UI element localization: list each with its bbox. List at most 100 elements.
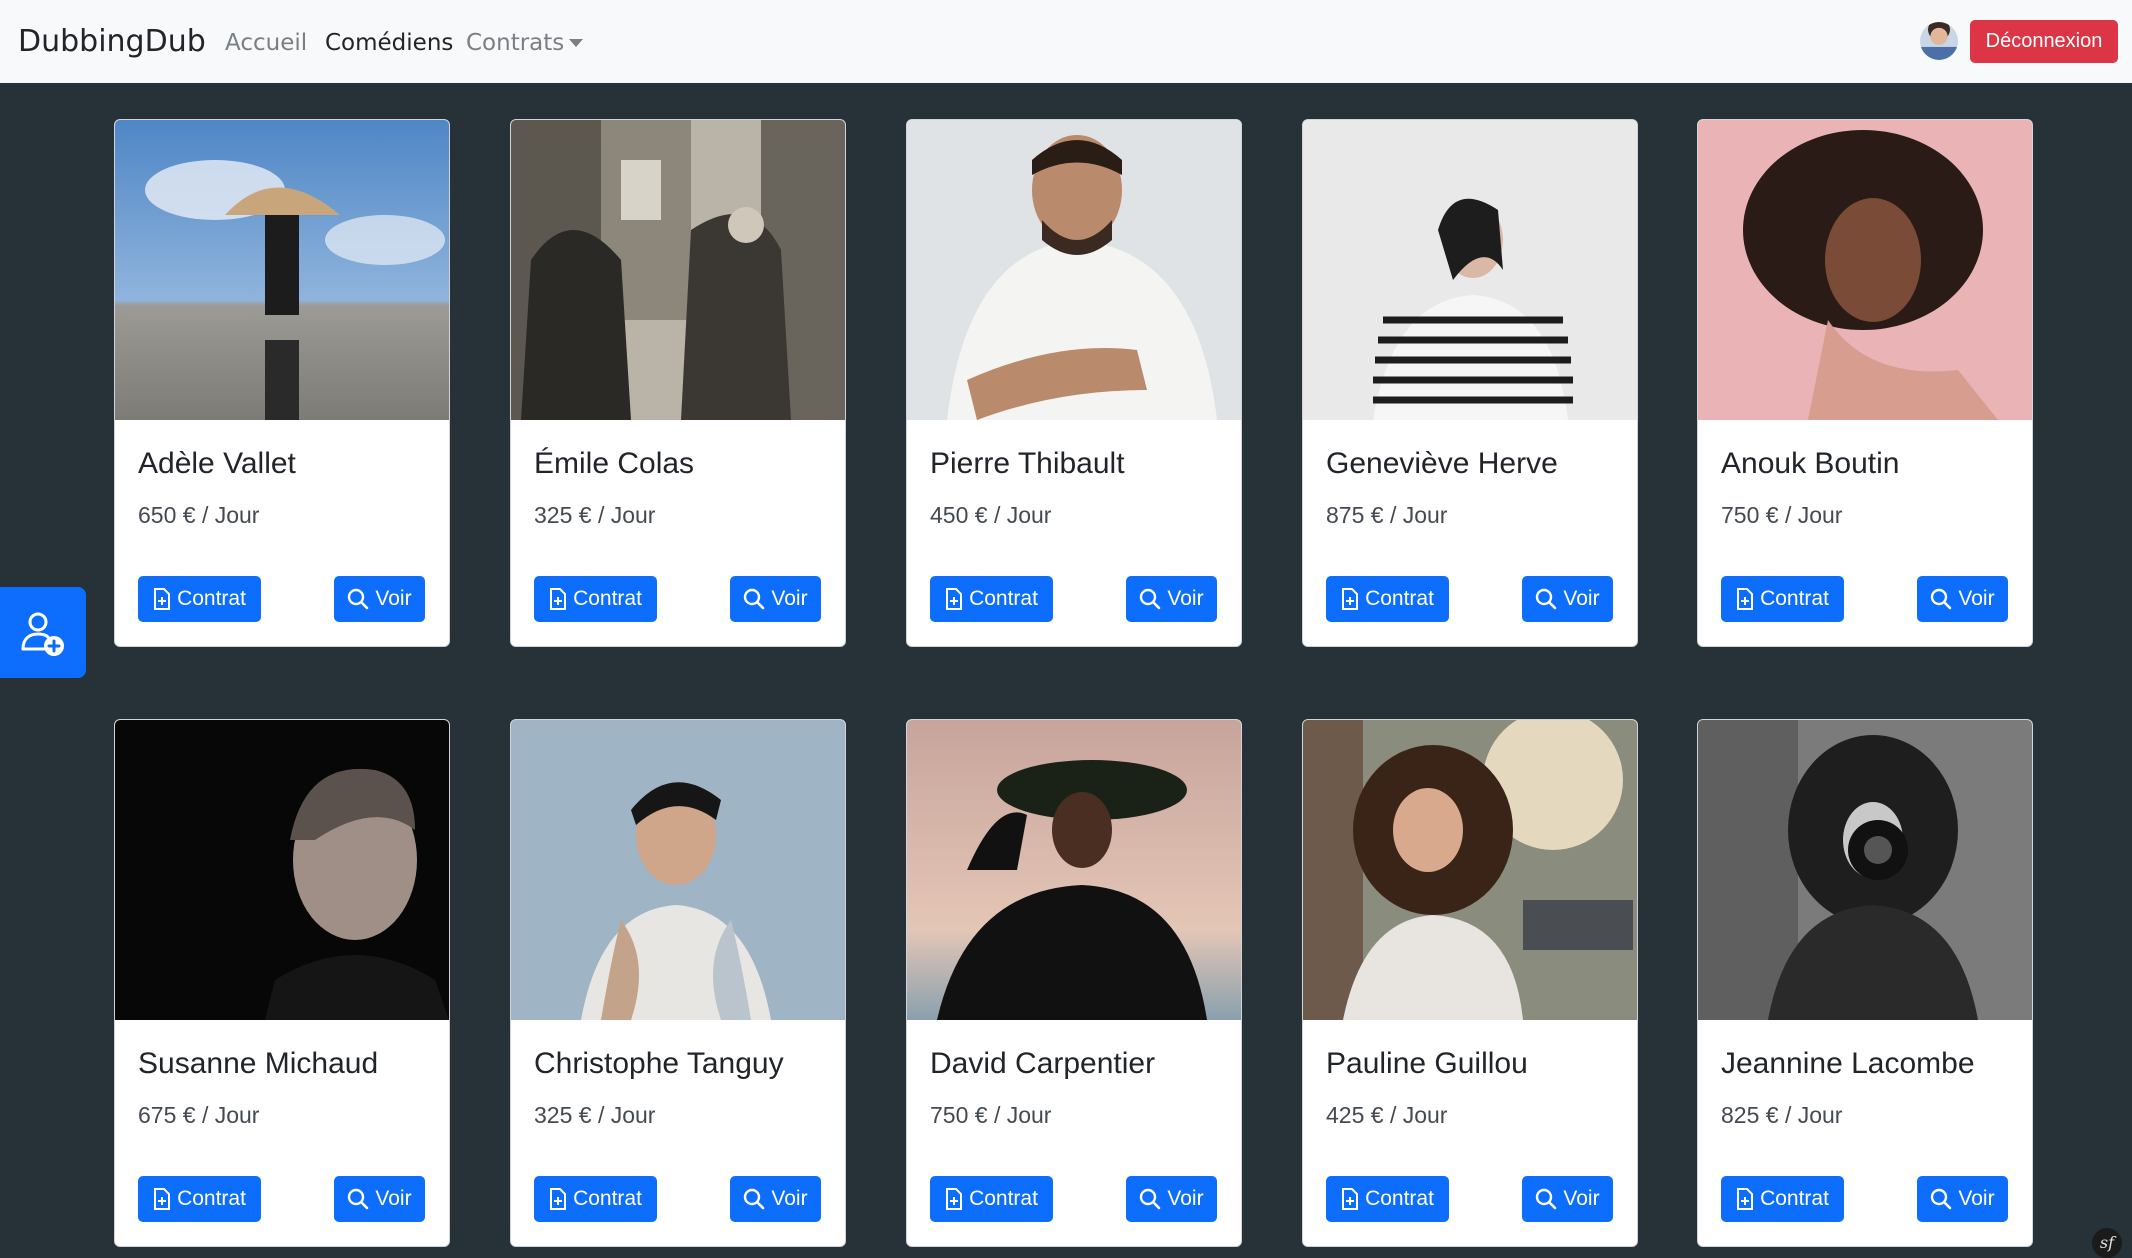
actor-rate: 425 € / Jour (1326, 1102, 1448, 1128)
contract-button-label: Contrat (177, 587, 246, 610)
actor-card: Susanne Michaud 675 € / Jour Contrat Voi… (114, 719, 450, 1247)
symfony-toolbar-icon[interactable]: sf (2092, 1228, 2122, 1258)
nav-link-contrats[interactable]: Contrats (466, 26, 564, 60)
actor-photo (115, 120, 449, 420)
contract-button[interactable]: Contrat (1721, 1176, 1844, 1222)
actor-card: Adèle Vallet 650 € / Jour Contrat Voir (114, 119, 450, 647)
view-button-label: Voir (771, 587, 808, 610)
actor-rate: 750 € / Jour (1721, 502, 1843, 528)
contract-button-label: Contrat (573, 587, 642, 610)
search-icon (348, 588, 369, 610)
actor-rate: 650 € / Jour (138, 502, 260, 528)
actor-name: Anouk Boutin (1721, 447, 1900, 480)
actor-name: Émile Colas (534, 447, 695, 480)
contract-button[interactable]: Contrat (930, 1176, 1053, 1222)
search-icon (1931, 588, 1952, 610)
contract-button-label: Contrat (1365, 1187, 1434, 1210)
actor-name: Pierre Thibault (930, 447, 1125, 480)
contract-button-label: Contrat (177, 1187, 246, 1210)
actor-name: Pauline Guillou (1326, 1047, 1528, 1080)
file-plus-icon (154, 1188, 171, 1210)
view-button-label: Voir (1958, 1187, 1995, 1210)
view-button[interactable]: Voir (1126, 576, 1217, 622)
contract-button[interactable]: Contrat (1326, 576, 1449, 622)
file-plus-icon (550, 1188, 567, 1210)
contract-button[interactable]: Contrat (138, 576, 261, 622)
actor-photo (511, 720, 845, 1020)
file-plus-icon (946, 588, 963, 610)
contract-button-label: Contrat (1760, 587, 1829, 610)
nav-link-comediens[interactable]: Comédiens (325, 26, 453, 60)
logout-button[interactable]: Déconnexion (1970, 20, 2118, 63)
actor-photo (511, 120, 845, 420)
actor-card: David Carpentier 750 € / Jour Contrat Vo… (906, 719, 1242, 1247)
brand-logo[interactable]: DubbingDub (18, 20, 206, 64)
actor-card: Christophe Tanguy 325 € / Jour Contrat V… (510, 719, 846, 1247)
actor-rate: 675 € / Jour (138, 1102, 260, 1128)
contract-button[interactable]: Contrat (534, 1176, 657, 1222)
chevron-down-icon[interactable] (569, 39, 583, 47)
actor-rate: 325 € / Jour (534, 502, 656, 528)
search-icon (1536, 588, 1557, 610)
contract-button[interactable]: Contrat (1326, 1176, 1449, 1222)
contract-button-label: Contrat (573, 1187, 642, 1210)
actor-name: Christophe Tanguy (534, 1047, 784, 1080)
view-button[interactable]: Voir (730, 576, 821, 622)
actor-name: Jeannine Lacombe (1721, 1047, 1975, 1080)
actor-photo (115, 720, 449, 1020)
contract-button[interactable]: Contrat (534, 576, 657, 622)
nav-link-accueil[interactable]: Accueil (225, 26, 307, 60)
view-button-label: Voir (1167, 587, 1204, 610)
add-actor-button[interactable] (0, 587, 86, 678)
actor-card: Émile Colas 325 € / Jour Contrat Voir (510, 119, 846, 647)
search-icon (348, 1188, 369, 1210)
actor-rate: 325 € / Jour (534, 1102, 656, 1128)
actor-photo (1698, 120, 2032, 420)
search-icon (1536, 1188, 1557, 1210)
actor-name: Adèle Vallet (138, 447, 296, 480)
actor-photo (1303, 720, 1637, 1020)
avatar[interactable] (1920, 22, 1958, 60)
file-plus-icon (550, 588, 567, 610)
view-button-label: Voir (375, 587, 412, 610)
actor-rate: 750 € / Jour (930, 1102, 1052, 1128)
view-button[interactable]: Voir (1917, 576, 2008, 622)
file-plus-icon (1342, 1188, 1359, 1210)
actor-card: Geneviève Herve 875 € / Jour Contrat Voi… (1302, 119, 1638, 647)
file-plus-icon (1737, 588, 1754, 610)
view-button[interactable]: Voir (1126, 1176, 1217, 1222)
view-button[interactable]: Voir (1917, 1176, 2008, 1222)
actor-card: Pauline Guillou 425 € / Jour Contrat Voi… (1302, 719, 1638, 1247)
actor-card: Anouk Boutin 750 € / Jour Contrat Voir (1697, 119, 2033, 647)
file-plus-icon (1737, 1188, 1754, 1210)
search-icon (1931, 1188, 1952, 1210)
navbar: DubbingDub Accueil Comédiens Contrats Dé… (0, 0, 2132, 83)
view-button[interactable]: Voir (1522, 1176, 1613, 1222)
view-button[interactable]: Voir (730, 1176, 821, 1222)
view-button-label: Voir (1563, 587, 1600, 610)
user-add-icon (21, 612, 64, 656)
view-button-label: Voir (375, 1187, 412, 1210)
contract-button-label: Contrat (969, 587, 1038, 610)
view-button[interactable]: Voir (1522, 576, 1613, 622)
actor-name: Geneviève Herve (1326, 447, 1558, 480)
actor-name: Susanne Michaud (138, 1047, 379, 1080)
file-plus-icon (1342, 588, 1359, 610)
contract-button[interactable]: Contrat (1721, 576, 1844, 622)
actor-photo (1303, 120, 1637, 420)
view-button[interactable]: Voir (334, 1176, 425, 1222)
contract-button[interactable]: Contrat (930, 576, 1053, 622)
actor-photo (907, 120, 1241, 420)
search-icon (744, 588, 765, 610)
actor-card: Jeannine Lacombe 825 € / Jour Contrat Vo… (1697, 719, 2033, 1247)
actor-name: David Carpentier (930, 1047, 1156, 1080)
actor-photo (1698, 720, 2032, 1020)
view-button[interactable]: Voir (334, 576, 425, 622)
view-button-label: Voir (1958, 587, 1995, 610)
actor-photo (907, 720, 1241, 1020)
view-button-label: Voir (1167, 1187, 1204, 1210)
contract-button[interactable]: Contrat (138, 1176, 261, 1222)
actor-rate: 825 € / Jour (1721, 1102, 1843, 1128)
file-plus-icon (946, 1188, 963, 1210)
search-icon (744, 1188, 765, 1210)
